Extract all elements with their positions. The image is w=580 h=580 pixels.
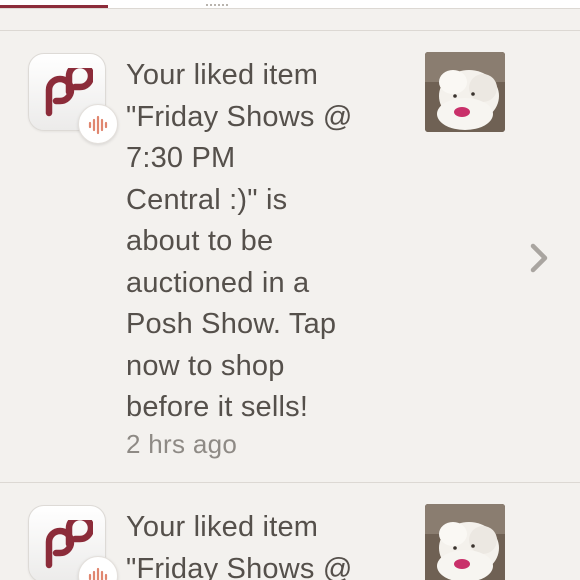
notification-message: Your liked item "Friday Shows @ (126, 511, 353, 580)
notifications-screen: Your liked item "Friday Shows @ 7:30 PM … (0, 0, 580, 580)
tab-bar (0, 0, 580, 9)
liked-item-thumbnail[interactable] (425, 504, 505, 580)
tab-more-indicator[interactable] (206, 0, 228, 6)
audio-wave-icon (78, 104, 118, 144)
notification-message: Your liked item "Friday Shows @ 7:30 PM … (126, 59, 353, 423)
notification-time: 2 hrs ago (126, 429, 238, 459)
notification-item[interactable]: Your liked item "Friday Shows @ (0, 482, 580, 580)
chevron-right-icon[interactable] (526, 241, 552, 275)
notification-item[interactable]: Your liked item "Friday Shows @ 7:30 PM … (0, 30, 580, 482)
active-tab-indicator[interactable] (0, 5, 108, 8)
liked-item-thumbnail[interactable] (425, 52, 505, 132)
